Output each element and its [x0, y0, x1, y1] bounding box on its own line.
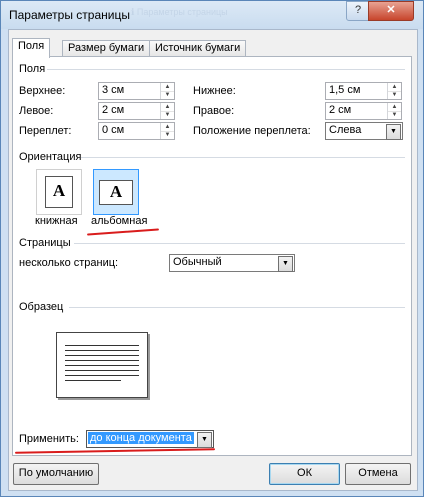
gutter-value: 0 см	[102, 124, 125, 136]
multiple-pages-label: несколько страниц:	[19, 257, 119, 269]
top-margin-label: Верхнее:	[19, 85, 66, 97]
spinner[interactable]: ▲ ▼	[160, 103, 174, 119]
gutter-position-label: Положение переплета:	[193, 125, 311, 137]
spinner[interactable]: ▲ ▼	[160, 123, 174, 139]
margins-section-title: Поля	[19, 63, 46, 75]
gutter-label: Переплет:	[19, 125, 72, 137]
divider	[69, 307, 405, 308]
divider	[81, 157, 405, 158]
chevron-down-icon[interactable]: ▼	[197, 432, 212, 448]
tab-margins[interactable]: Поля	[12, 38, 51, 58]
right-margin-field[interactable]: 2 см ▲ ▼	[325, 102, 402, 120]
portrait-label[interactable]: книжная	[35, 215, 78, 227]
bottom-margin-label: Нижнее:	[193, 85, 236, 97]
apply-to-value: до конца документа	[88, 432, 194, 444]
title-bar[interactable]: Параметры страницы ℹ Параметры страницы …	[1, 1, 423, 29]
dialog-body: Поля Размер бумаги Источник бумаги Поля …	[8, 29, 418, 491]
tab-paper-source[interactable]: Источник бумаги	[149, 40, 247, 57]
apply-to-label: Применить:	[19, 433, 79, 445]
multiple-pages-select[interactable]: Обычный ▼	[169, 254, 295, 272]
spin-down-icon[interactable]: ▼	[388, 111, 401, 119]
landscape-label[interactable]: альбомная	[91, 215, 147, 227]
preview-line	[65, 375, 139, 376]
top-margin-field[interactable]: 3 см ▲ ▼	[98, 82, 175, 100]
chevron-down-icon[interactable]: ▼	[278, 256, 293, 272]
pages-section-title: Страницы	[19, 237, 71, 249]
right-margin-value: 2 см	[329, 104, 352, 116]
multiple-pages-value: Обычный	[173, 256, 222, 268]
spin-down-icon[interactable]: ▼	[161, 91, 174, 99]
apply-to-select[interactable]: до конца документа ▼	[86, 430, 214, 448]
page-preview	[56, 332, 148, 398]
close-button[interactable]: ✕	[368, 1, 414, 21]
preview-line	[65, 380, 121, 381]
preview-line	[65, 355, 139, 356]
preview-line	[65, 370, 139, 371]
spin-down-icon[interactable]: ▼	[388, 91, 401, 99]
bottom-margin-value: 1,5 см	[329, 84, 361, 96]
tab-paper-size[interactable]: Размер бумаги	[62, 40, 151, 57]
left-margin-value: 2 см	[102, 104, 125, 116]
red-annotation-underline	[14, 448, 216, 454]
spinner[interactable]: ▲ ▼	[387, 103, 401, 119]
background-window-title: ℹ Параметры страницы	[131, 7, 228, 17]
right-margin-label: Правое:	[193, 105, 235, 117]
dialog-title: Параметры страницы	[9, 8, 130, 22]
ok-button[interactable]: ОК	[269, 463, 340, 485]
preview-section-title: Образец	[19, 301, 64, 313]
divider	[47, 69, 405, 70]
portrait-page-icon: A	[45, 176, 73, 208]
landscape-option[interactable]: A	[93, 169, 139, 215]
top-margin-value: 3 см	[102, 84, 125, 96]
preview-line	[65, 350, 139, 351]
landscape-page-icon: A	[99, 180, 133, 205]
red-annotation-underline	[87, 228, 159, 236]
preview-line	[65, 365, 139, 366]
spinner[interactable]: ▲ ▼	[387, 83, 401, 99]
cancel-button[interactable]: Отмена	[345, 463, 411, 485]
orientation-section-title: Ориентация	[19, 151, 82, 163]
set-as-default-button[interactable]: По умолчанию	[13, 463, 99, 485]
help-button[interactable]: ?	[346, 1, 370, 21]
margins-panel: Поля Верхнее: 3 см ▲ ▼ Нижнее: 1,5 см ▲ ▼ …	[12, 56, 412, 456]
page-setup-dialog: Параметры страницы ℹ Параметры страницы …	[0, 0, 424, 497]
spin-down-icon[interactable]: ▼	[161, 131, 174, 139]
preview-line	[65, 360, 139, 361]
spinner[interactable]: ▲ ▼	[160, 83, 174, 99]
gutter-position-value: Слева	[329, 124, 362, 136]
chevron-down-icon[interactable]: ▼	[386, 124, 401, 140]
divider	[74, 243, 405, 244]
portrait-option[interactable]: A	[36, 169, 82, 215]
gutter-field[interactable]: 0 см ▲ ▼	[98, 122, 175, 140]
preview-line	[65, 345, 139, 346]
left-margin-label: Левое:	[19, 105, 54, 117]
spin-down-icon[interactable]: ▼	[161, 111, 174, 119]
bottom-margin-field[interactable]: 1,5 см ▲ ▼	[325, 82, 402, 100]
left-margin-field[interactable]: 2 см ▲ ▼	[98, 102, 175, 120]
gutter-position-select[interactable]: Слева ▼	[325, 122, 403, 140]
